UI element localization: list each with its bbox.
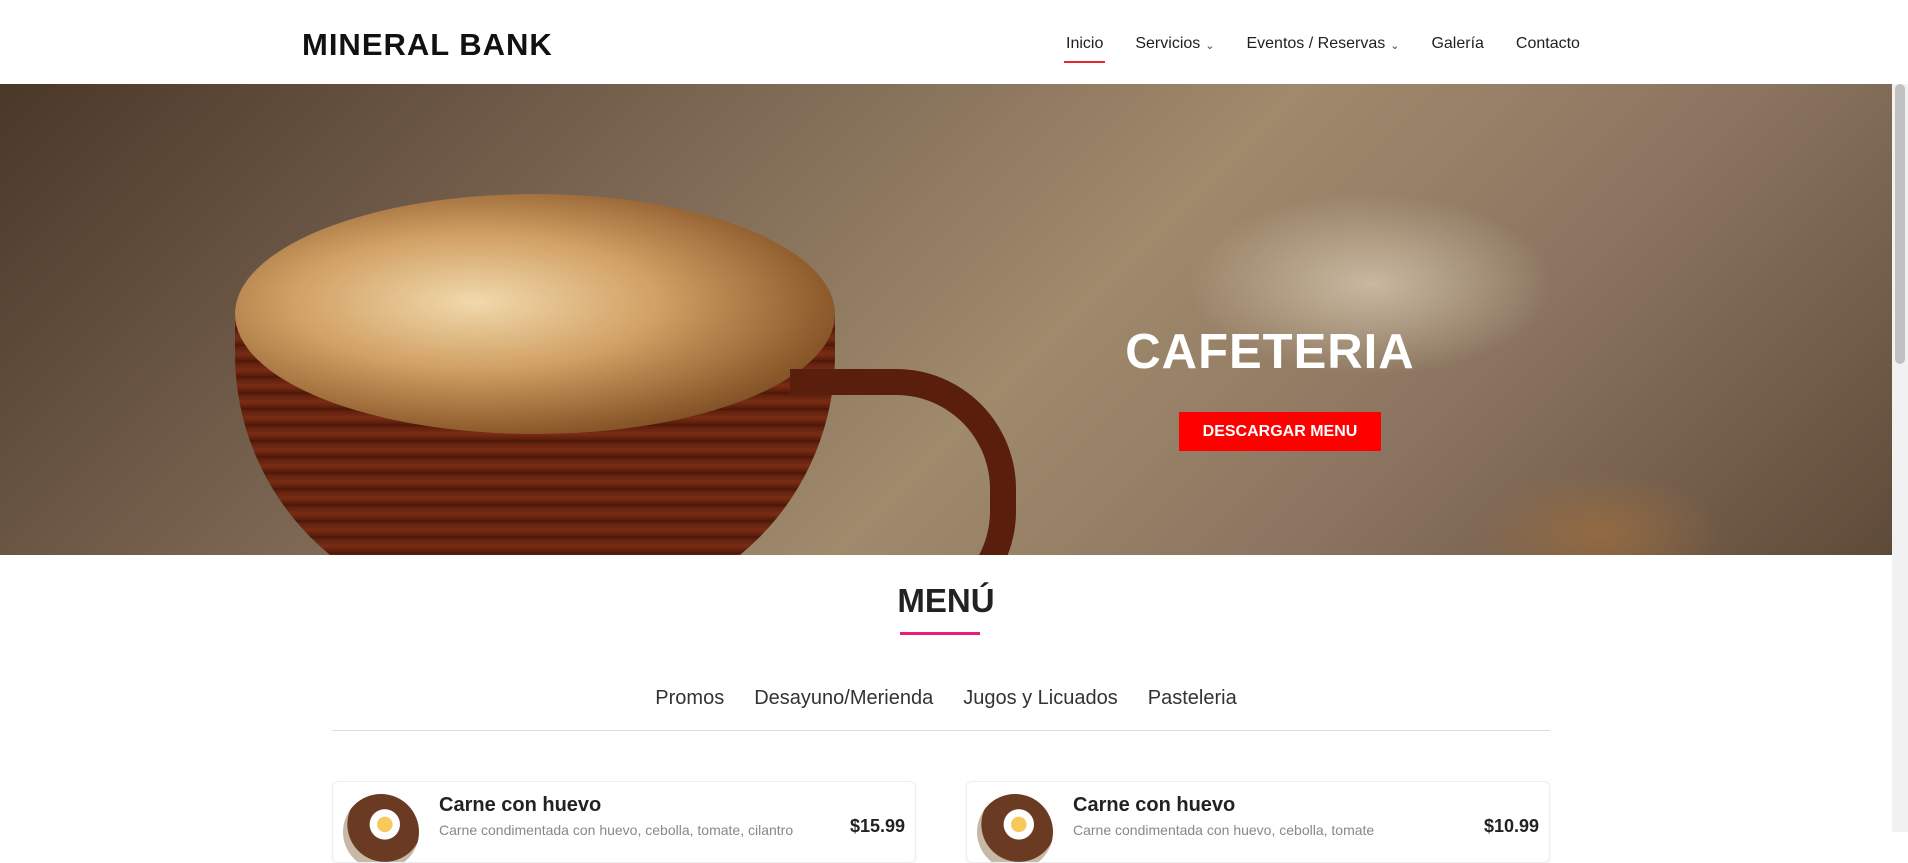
nav-item-galeria[interactable]: Galería <box>1431 29 1483 59</box>
nav-item-label: Inicio <box>1066 35 1104 52</box>
tab-jugos-licuados[interactable]: Jugos y Licuados <box>963 687 1118 710</box>
site-logo[interactable]: MINERAL BANK <box>302 27 553 63</box>
dish-image <box>977 794 1053 862</box>
hero-image-latte <box>235 194 835 434</box>
title-underline <box>900 632 980 635</box>
menu-item-card[interactable]: Carne con huevo Carne condimentada con h… <box>966 781 1550 863</box>
page-scrollbar[interactable] <box>1892 84 1908 832</box>
dish-name: Carne con huevo <box>1073 794 1236 816</box>
nav-item-inicio[interactable]: Inicio <box>1063 29 1106 63</box>
menu-item-card[interactable]: Carne con huevo Carne condimentada con h… <box>332 781 916 863</box>
dish-image <box>343 794 419 862</box>
dish-description: Carne condimentada con huevo, cebolla, t… <box>1073 822 1375 838</box>
tab-desayuno-merienda[interactable]: Desayuno/Merienda <box>754 687 933 710</box>
dish-price: $10.99 <box>1483 816 1539 836</box>
download-menu-button[interactable]: DESCARGAR MENU <box>1179 412 1381 451</box>
hero-image-handle <box>790 369 1016 555</box>
menu-tabs: Promos Desayuno/Merienda Jugos y Licuado… <box>0 687 1892 710</box>
nav-item-contacto[interactable]: Contacto <box>1516 29 1580 59</box>
nav-item-label: Eventos / Reservas <box>1246 35 1386 52</box>
chevron-down-icon: ⌄ <box>1205 39 1215 52</box>
main-nav: Inicio Servicios ⌄ Eventos / Reservas ⌄ … <box>1063 29 1612 63</box>
menu-section-title: MENÚ <box>897 582 995 619</box>
tab-pasteleria[interactable]: Pasteleria <box>1148 687 1237 710</box>
dish-description: Carne condimentada con huevo, cebolla, t… <box>439 822 794 838</box>
site-header: MINERAL BANK Inicio Servicios ⌄ Eventos … <box>0 0 1892 84</box>
nav-item-label: Servicios <box>1135 35 1201 52</box>
tab-promos[interactable]: Promos <box>655 687 724 710</box>
dish-name: Carne con huevo <box>439 794 602 816</box>
nav-item-label: Galería <box>1431 35 1484 52</box>
scrollbar-thumb[interactable] <box>1895 84 1905 364</box>
nav-item-eventos-reservas[interactable]: Eventos / Reservas ⌄ <box>1246 29 1399 59</box>
tabs-divider <box>332 730 1550 731</box>
dish-price: $15.99 <box>849 816 905 836</box>
nav-item-label: Contacto <box>1515 35 1580 52</box>
hero-banner: CAFETERIA DESCARGAR MENU <box>0 84 1892 555</box>
nav-item-servicios[interactable]: Servicios ⌄ <box>1135 29 1214 59</box>
hero-title: CAFETERIA <box>1125 325 1415 379</box>
chevron-down-icon: ⌄ <box>1390 39 1400 52</box>
